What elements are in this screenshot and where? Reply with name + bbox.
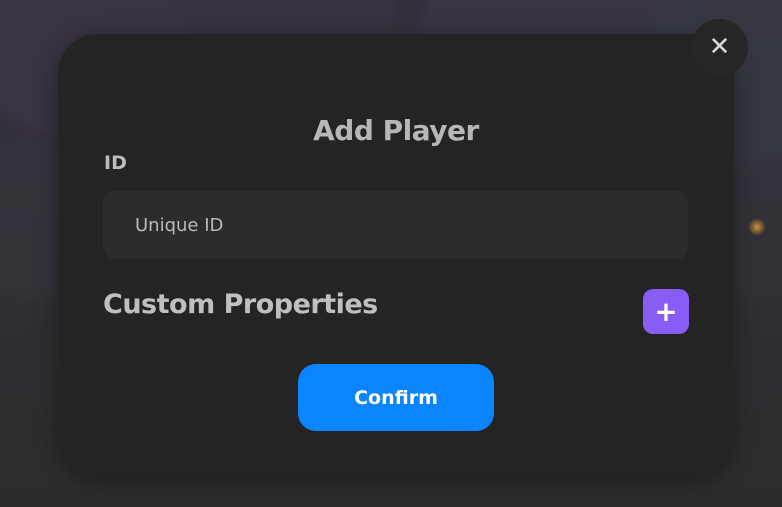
add-player-dialog: Add Player ID Custom Properties + Confir… <box>58 34 734 476</box>
confirm-button[interactable]: Confirm <box>298 364 494 431</box>
close-dialog-button[interactable]: ✕ <box>691 19 748 76</box>
custom-properties-title: Custom Properties <box>103 289 378 320</box>
unique-id-input[interactable] <box>103 191 688 259</box>
id-field-label: ID <box>104 152 127 174</box>
background-light-glow <box>748 218 766 236</box>
plus-icon: + <box>654 295 678 328</box>
close-icon: ✕ <box>708 32 731 62</box>
dialog-title: Add Player <box>313 114 479 147</box>
add-custom-property-button[interactable]: + <box>643 289 689 334</box>
